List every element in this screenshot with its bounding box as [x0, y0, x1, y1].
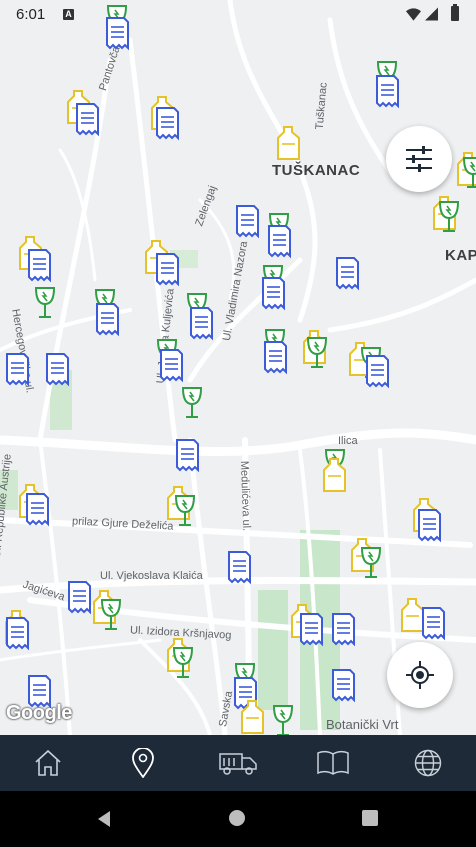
wifi-icon — [406, 8, 421, 21]
document-icon[interactable] — [154, 346, 188, 386]
system-navigation-bar — [0, 791, 476, 847]
glass-icon[interactable] — [94, 596, 128, 636]
document-icon[interactable] — [370, 72, 404, 112]
document-icon[interactable] — [326, 610, 360, 650]
glass-icon[interactable] — [168, 492, 202, 532]
street-label-klaica: Ul. Vjekoslava Klaića — [100, 570, 203, 582]
signal-icon — [425, 7, 438, 21]
street-label-meduliceva: Medulićeva ul. — [237, 460, 253, 532]
nav-home[interactable] — [0, 735, 95, 791]
recents-icon[interactable] — [362, 810, 378, 826]
nav-language[interactable] — [381, 735, 476, 791]
nav-guide[interactable] — [286, 735, 381, 791]
place-label-botanicki-vrt: Botanički Vrt — [326, 717, 399, 732]
crosshair-icon — [406, 661, 434, 689]
document-icon[interactable] — [170, 436, 204, 476]
glass-icon[interactable] — [432, 198, 466, 238]
document-icon[interactable] — [184, 304, 218, 344]
garbage-truck-icon — [219, 753, 257, 775]
document-icon[interactable] — [70, 100, 104, 140]
district-label-tuskanac: TUŠKANAC — [272, 162, 361, 179]
my-location-button[interactable] — [387, 642, 453, 708]
document-icon[interactable] — [20, 490, 54, 530]
glass-icon[interactable] — [354, 544, 388, 584]
document-icon[interactable] — [360, 352, 394, 392]
glass-icon[interactable] — [166, 644, 200, 684]
glass-icon[interactable] — [175, 384, 209, 424]
glass-icon[interactable] — [266, 702, 300, 735]
battery-icon — [451, 4, 459, 21]
document-icon[interactable] — [150, 104, 184, 144]
back-icon[interactable] — [96, 810, 112, 828]
sliders-icon — [406, 146, 432, 172]
document-icon[interactable] — [0, 614, 34, 654]
document-icon[interactable] — [330, 254, 364, 294]
notification-a-icon: A — [63, 9, 74, 20]
document-icon[interactable] — [256, 274, 290, 314]
filter-button[interactable] — [386, 126, 452, 192]
bottle-icon[interactable] — [272, 124, 306, 164]
document-icon[interactable] — [262, 222, 296, 262]
nav-collection[interactable] — [190, 735, 285, 791]
glass-icon[interactable] — [456, 154, 476, 194]
location-pin-icon — [131, 748, 154, 778]
document-icon[interactable] — [412, 506, 446, 546]
system-home-button[interactable] — [229, 810, 245, 826]
document-icon[interactable] — [222, 548, 256, 588]
document-icon[interactable] — [22, 246, 56, 286]
map-view[interactable]: Pantovčak Tuškanac Zelengaj Ul. Vladimir… — [0, 0, 476, 735]
glass-icon[interactable] — [300, 334, 334, 374]
document-icon[interactable] — [416, 604, 450, 644]
google-logo: Google — [6, 702, 72, 724]
globe-icon — [415, 749, 442, 777]
book-icon — [317, 750, 349, 775]
document-icon[interactable] — [150, 250, 184, 290]
document-icon[interactable] — [326, 666, 360, 706]
status-time: 6:01 — [16, 6, 46, 23]
document-icon[interactable] — [294, 610, 328, 650]
home-icon — [35, 749, 61, 776]
status-bar: 6:01 A — [0, 0, 476, 28]
nav-map[interactable] — [95, 735, 190, 791]
document-icon[interactable] — [0, 350, 34, 390]
district-label-kap: KAP — [445, 247, 476, 264]
bottle-icon[interactable] — [318, 456, 352, 496]
document-icon[interactable] — [258, 338, 292, 378]
document-icon[interactable] — [40, 350, 74, 390]
bottom-navigation — [0, 735, 476, 791]
document-icon[interactable] — [90, 300, 124, 340]
bottle-icon[interactable] — [236, 698, 270, 735]
document-icon[interactable] — [230, 202, 264, 242]
glass-icon[interactable] — [28, 284, 62, 324]
